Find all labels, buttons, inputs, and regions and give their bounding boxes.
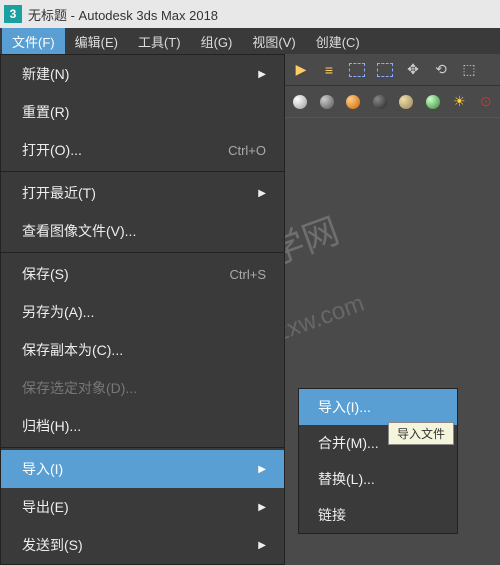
import-submenu: 导入(I)... 合并(M)... 替换(L)... 链接 xyxy=(298,388,458,534)
menu-new[interactable]: 新建(N)▶ xyxy=(1,55,284,93)
app-icon: 3 xyxy=(4,5,22,23)
menu-save-copy[interactable]: 保存副本为(C)... xyxy=(1,331,284,369)
menu-group[interactable]: 组(G) xyxy=(191,28,243,55)
chevron-right-icon: ▶ xyxy=(258,540,266,551)
menu-file[interactable]: 文件(F) xyxy=(2,28,65,55)
move-icon[interactable]: ✥ xyxy=(402,59,424,81)
chevron-right-icon: ▶ xyxy=(258,502,266,513)
menu-create[interactable]: 创建(C) xyxy=(306,28,370,55)
selection-rect2-icon[interactable] xyxy=(374,59,396,81)
menu-separator xyxy=(1,447,284,448)
tooltip: 导入文件 xyxy=(388,422,454,445)
scale-icon[interactable]: ⬚ xyxy=(458,59,480,81)
menu-edit[interactable]: 编辑(E) xyxy=(65,28,128,55)
submenu-import-file[interactable]: 导入(I)... xyxy=(299,389,457,425)
target-icon[interactable]: ⊙ xyxy=(476,91,497,113)
sphere-tan-icon[interactable] xyxy=(396,91,417,113)
menu-view-image[interactable]: 查看图像文件(V)... xyxy=(1,212,284,250)
menu-export[interactable]: 导出(E)▶ xyxy=(1,488,284,526)
chevron-right-icon: ▶ xyxy=(258,464,266,475)
menu-tools[interactable]: 工具(T) xyxy=(128,28,191,55)
sphere-orange-icon[interactable] xyxy=(343,91,364,113)
sphere-white-icon[interactable] xyxy=(290,91,311,113)
menu-separator xyxy=(1,252,284,253)
chevron-right-icon: ▶ xyxy=(258,188,266,199)
chevron-right-icon: ▶ xyxy=(258,69,266,80)
menu-save-as[interactable]: 另存为(A)... xyxy=(1,293,284,331)
menubar: 文件(F) 编辑(E) 工具(T) 组(G) 视图(V) 创建(C) xyxy=(0,28,500,54)
window-title: 无标题 - Autodesk 3ds Max 2018 xyxy=(28,5,218,24)
menu-view[interactable]: 视图(V) xyxy=(242,28,305,55)
menu-save[interactable]: 保存(S)Ctrl+S xyxy=(1,255,284,293)
cursor-icon[interactable]: ▶ xyxy=(290,59,312,81)
sphere-dark-icon[interactable] xyxy=(370,91,391,113)
menu-reset[interactable]: 重置(R) xyxy=(1,93,284,131)
file-dropdown-menu: 新建(N)▶ 重置(R) 打开(O)...Ctrl+O 打开最近(T)▶ 查看图… xyxy=(0,54,285,565)
submenu-replace[interactable]: 替换(L)... xyxy=(299,461,457,497)
menu-archive[interactable]: 归档(H)... xyxy=(1,407,284,445)
select-filter-icon[interactable]: ≡ xyxy=(318,59,340,81)
menu-import[interactable]: 导入(I)▶ xyxy=(1,450,284,488)
shortcut-label: Ctrl+S xyxy=(230,267,266,282)
menu-save-selected: 保存选定对象(D)... xyxy=(1,369,284,407)
rotate-icon[interactable]: ⟲ xyxy=(430,59,452,81)
titlebar: 3 无标题 - Autodesk 3ds Max 2018 xyxy=(0,0,500,28)
sphere-gray-icon[interactable] xyxy=(317,91,338,113)
sphere-green-icon[interactable] xyxy=(423,91,444,113)
light-icon[interactable]: ☀ xyxy=(449,91,470,113)
submenu-link[interactable]: 链接 xyxy=(299,497,457,533)
menu-send-to[interactable]: 发送到(S)▶ xyxy=(1,526,284,564)
shortcut-label: Ctrl+O xyxy=(228,143,266,158)
menu-open[interactable]: 打开(O)...Ctrl+O xyxy=(1,131,284,169)
menu-separator xyxy=(1,171,284,172)
menu-open-recent[interactable]: 打开最近(T)▶ xyxy=(1,174,284,212)
selection-rect-icon[interactable] xyxy=(346,59,368,81)
